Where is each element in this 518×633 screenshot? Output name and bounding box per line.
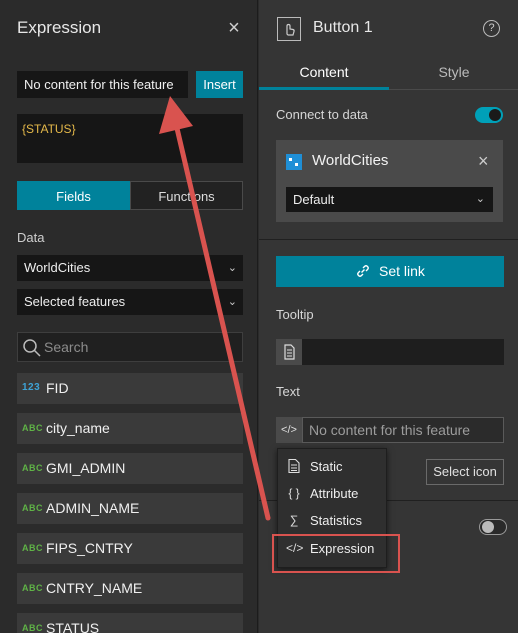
select-icon-button[interactable]: Select icon [426, 459, 504, 485]
button-widget-icon [277, 17, 301, 41]
data-view-value: Default [293, 192, 335, 207]
braces-icon: { } [288, 486, 300, 500]
search-input[interactable]: Search [17, 332, 243, 362]
field-item-fips-cntry[interactable]: ABC FIPS_CNTRY [17, 533, 243, 564]
code-icon[interactable]: </> [276, 417, 302, 443]
menu-item-label: Static [310, 459, 343, 474]
chevron-down-icon: ⌄ [227, 296, 237, 308]
sigma-icon: ∑ [289, 513, 299, 527]
document-icon[interactable] [276, 339, 302, 365]
string-type-icon: ABC [22, 463, 43, 473]
document-icon [286, 458, 302, 474]
menu-item-attribute[interactable]: { } Attribute [278, 480, 388, 507]
field-item-status[interactable]: ABC STATUS [17, 613, 243, 633]
connect-to-data-toggle[interactable] [475, 107, 503, 123]
field-name: city_name [46, 420, 110, 436]
tab-fields[interactable]: Fields [17, 181, 130, 210]
menu-item-label: Attribute [310, 486, 359, 501]
set-link-label: Set link [378, 263, 425, 279]
search-placeholder: Search [44, 339, 89, 355]
set-link-button[interactable]: Set link [276, 256, 504, 287]
settings-tabs: Content Style [259, 57, 518, 90]
tab-content[interactable]: Content [259, 57, 389, 90]
feature-scope-value: Selected features [24, 294, 126, 309]
close-icon[interactable]: × [478, 151, 489, 172]
tooltip-label: Tooltip [276, 307, 314, 322]
field-name: GMI_ADMIN [46, 460, 126, 476]
chevron-down-icon: ⌄ [475, 193, 485, 205]
string-type-icon: ABC [22, 583, 43, 593]
tab-style[interactable]: Style [389, 57, 518, 90]
menu-item-static[interactable]: Static [278, 453, 388, 480]
field-item-city-name[interactable]: ABC city_name [17, 413, 243, 444]
layer-icon [286, 154, 302, 170]
connect-to-data-label: Connect to data [276, 107, 368, 122]
data-label: Data [17, 230, 45, 245]
close-icon[interactable]: × [225, 18, 243, 38]
data-view-select[interactable]: Default ⌄ [286, 187, 493, 212]
tab-functions[interactable]: Functions [130, 181, 243, 210]
expression-editor[interactable]: {STATUS} [17, 114, 243, 163]
field-item-gmi-admin[interactable]: ABC GMI_ADMIN [17, 453, 243, 484]
link-icon [357, 265, 370, 277]
field-name: FID [46, 380, 69, 396]
data-source-name: WorldCities [312, 152, 389, 169]
expression-preview: No content for this feature [17, 71, 188, 98]
chevron-down-icon: ⌄ [227, 262, 237, 274]
field-item-admin-name[interactable]: ABC ADMIN_NAME [17, 493, 243, 524]
string-type-icon: ABC [22, 503, 43, 513]
string-type-icon: ABC [22, 543, 43, 553]
text-input[interactable]: No content for this feature [302, 417, 504, 443]
field-name: FIPS_CNTRY [46, 540, 133, 556]
widget-title: Button 1 [313, 19, 373, 36]
help-icon[interactable]: ? [483, 20, 500, 37]
string-type-icon: ABC [22, 423, 43, 433]
menu-item-label: Statistics [310, 513, 363, 528]
icon-toggle[interactable] [479, 519, 507, 535]
expression-tabs: Fields Functions [17, 181, 243, 210]
data-source-select[interactable]: WorldCities ⌄ [17, 255, 243, 281]
search-icon [23, 339, 41, 357]
field-name: STATUS [46, 620, 100, 633]
field-name: CNTRY_NAME [46, 580, 143, 596]
menu-item-statistics[interactable]: ∑ Statistics [278, 507, 388, 534]
field-item-cntry-name[interactable]: ABC CNTRY_NAME [17, 573, 243, 604]
number-type-icon: 123 [22, 382, 41, 393]
data-source-value: WorldCities [24, 260, 91, 275]
field-item-fid[interactable]: 123 FID [17, 373, 243, 404]
string-type-icon: ABC [22, 623, 43, 633]
panel-title: Expression [17, 18, 102, 37]
divider [259, 239, 518, 240]
annotation-highlight-box [272, 534, 400, 573]
expression-panel: Expression × No content for this feature… [0, 0, 258, 633]
text-label: Text [276, 384, 300, 399]
feature-scope-select[interactable]: Selected features ⌄ [17, 289, 243, 315]
field-name: ADMIN_NAME [46, 500, 140, 516]
tooltip-input[interactable] [276, 339, 504, 365]
insert-button[interactable]: Insert [196, 71, 243, 98]
data-source-card: WorldCities × Default ⌄ [276, 140, 503, 222]
